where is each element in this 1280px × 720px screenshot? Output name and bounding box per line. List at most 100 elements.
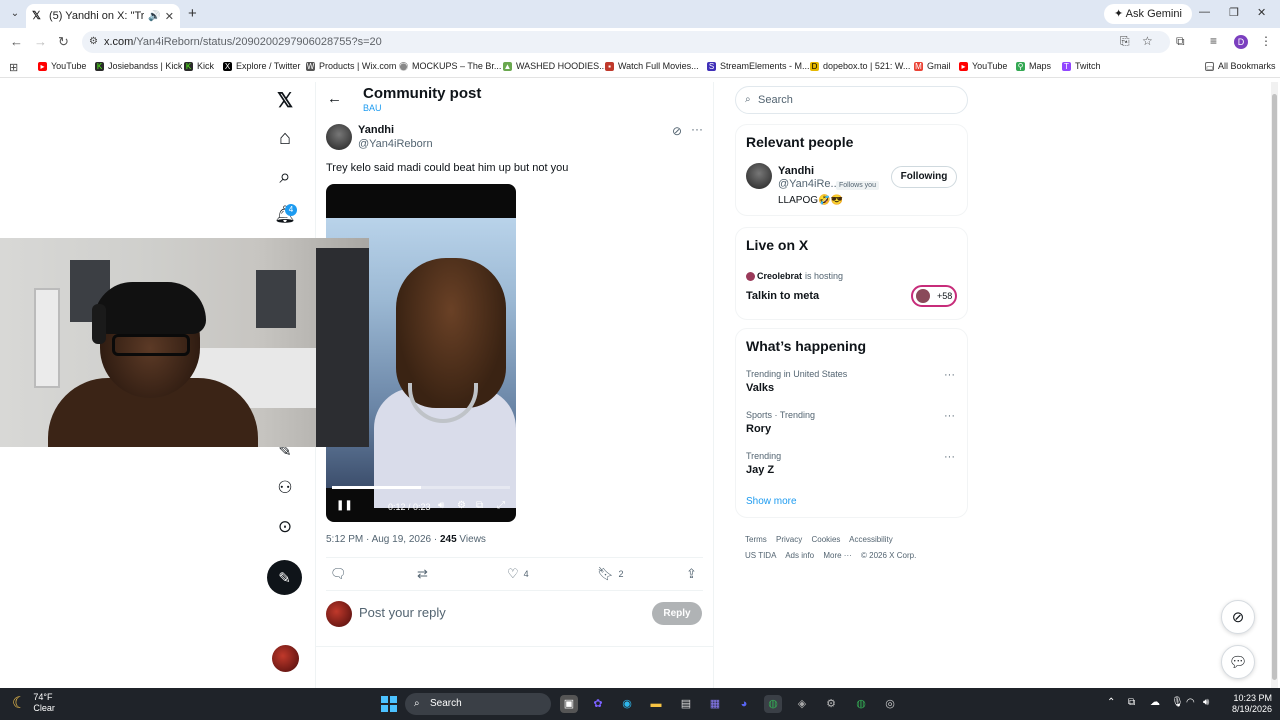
trend-more-icon[interactable]: ···	[944, 410, 955, 422]
microphone-icon[interactable]: 🎙︎	[1171, 697, 1184, 708]
live-space-title[interactable]: Talkin to meta	[746, 290, 819, 302]
author-name[interactable]: Yandhi	[358, 124, 394, 136]
bookmark-watch-movies[interactable]: ▪ Watch Full Movies...	[605, 61, 699, 71]
share-action[interactable]: ⇪	[686, 566, 697, 582]
task-view-icon[interactable]: ▣	[560, 695, 578, 713]
minimize-icon[interactable]: —	[1199, 6, 1210, 18]
pause-icon[interactable]: ❚❚	[336, 500, 353, 511]
notifications-bell-icon[interactable]: 🔔︎	[266, 200, 304, 230]
back-arrow-icon[interactable]: ←	[327, 90, 342, 107]
bookmark-mockups[interactable]: ◯ MOCKUPS – The Br...	[399, 61, 501, 71]
file-explorer-icon[interactable]: ▬	[647, 695, 665, 713]
chrome-icon-2[interactable]: ◍	[852, 695, 870, 713]
discord-icon[interactable]: ◕	[735, 695, 753, 713]
following-button[interactable]: Following	[891, 166, 957, 188]
bookmark-youtube-2[interactable]: ▸ YouTube	[959, 61, 1007, 71]
tray-app-icon[interactable]: ⧉	[1128, 697, 1135, 708]
bookmark-gmail[interactable]: M Gmail	[914, 61, 951, 71]
ask-gemini-button[interactable]: ✦ Ask Gemini	[1104, 4, 1192, 24]
home-icon[interactable]: ⌂	[266, 123, 304, 153]
media-control-icon[interactable]: ≡	[1210, 34, 1217, 48]
restore-icon[interactable]: ❐	[1229, 6, 1239, 19]
person-avatar[interactable]	[746, 163, 772, 189]
new-tab-icon[interactable]: +	[188, 5, 197, 22]
store-icon[interactable]: ▤	[677, 695, 695, 713]
trend-item[interactable]: Trending Jay Z	[746, 451, 781, 476]
weather-widget[interactable]: ☾ 74°F Clear	[12, 692, 55, 714]
footer-link[interactable]: US TIDA	[745, 551, 776, 560]
post-timestamp[interactable]: 5:12 PM · Aug 19, 2026 ·	[326, 534, 440, 545]
account-avatar[interactable]	[272, 645, 299, 672]
fullscreen-icon[interactable]: ⤢	[497, 500, 505, 511]
close-window-icon[interactable]: ✕	[1257, 6, 1266, 19]
site-info-icon[interactable]: ⚙	[89, 31, 98, 53]
profile-avatar[interactable]: D	[1234, 35, 1248, 49]
footer-link[interactable]: Ads info	[785, 551, 814, 560]
bookmark-streamelements[interactable]: S StreamElements - M...	[707, 61, 810, 71]
grok-floating-button[interactable]: ⊘	[1221, 600, 1255, 634]
chrome-icon[interactable]: ◍	[764, 695, 782, 713]
search-input[interactable]: ⌕ Search	[735, 86, 968, 114]
show-more-link[interactable]: Show more	[746, 496, 797, 507]
author-handle[interactable]: @Yan4iReborn	[358, 138, 433, 150]
browser-tab[interactable]: 𝕏 (5) Yandhi on X: "Trey kelo s 🔊 ✕	[26, 4, 180, 28]
trend-item[interactable]: Sports · Trending Rory	[746, 410, 815, 435]
tray-overflow-icon[interactable]: ⌃	[1107, 697, 1115, 708]
more-options-icon[interactable]: ⊙	[266, 512, 304, 542]
trend-item[interactable]: Trending in United States Valks	[746, 369, 847, 394]
settings-gear-icon[interactable]: ⚙	[457, 500, 466, 511]
live-listeners[interactable]: +58	[911, 285, 957, 307]
bookmark-josiebandss[interactable]: K Josiebandss | Kick	[95, 61, 182, 71]
bookmark-washed-hoodies[interactable]: ▲ WASHED HOODIES...	[503, 61, 607, 71]
trend-more-icon[interactable]: ···	[944, 451, 955, 463]
volume-tray-icon[interactable]: 🔊︎	[1203, 697, 1209, 708]
taskbar-search[interactable]: ⌕ Search	[405, 693, 551, 715]
footer-link[interactable]: Terms	[745, 535, 767, 544]
volume-icon[interactable]: 🔊︎	[438, 500, 444, 511]
trend-more-icon[interactable]: ···	[944, 369, 955, 381]
footer-link[interactable]: Privacy	[776, 535, 802, 544]
messages-floating-button[interactable]: 💬︎	[1221, 645, 1255, 679]
all-bookmarks-button[interactable]: ▭ All Bookmarks	[1205, 61, 1276, 72]
community-link[interactable]: BAU	[363, 103, 382, 113]
wifi-icon[interactable]: ◠	[1186, 697, 1195, 708]
profile-icon[interactable]: ⚇	[266, 473, 304, 503]
steam-icon[interactable]: ◈	[793, 695, 811, 713]
bookmark-kick[interactable]: K Kick	[184, 61, 214, 71]
copilot-icon[interactable]: ✿	[589, 695, 607, 713]
page-scrollbar[interactable]	[1271, 82, 1278, 688]
bookmark-maps[interactable]: ⚲ Maps	[1016, 61, 1051, 71]
back-arrow-icon[interactable]: ←	[10, 34, 23, 49]
post-more-icon[interactable]: ···	[691, 122, 703, 136]
address-bar[interactable]: ⚙ x.com/Yan4iReborn/status/2090200297906…	[82, 31, 1170, 53]
grok-icon[interactable]: ⊘	[672, 124, 682, 138]
scrollbar-thumb[interactable]	[1272, 94, 1277, 680]
forward-arrow-icon[interactable]: →	[34, 34, 47, 49]
live-host-line[interactable]: Creolebrat is hosting	[746, 271, 843, 281]
explore-search-icon[interactable]: ⌕	[266, 162, 304, 192]
footer-link[interactable]: Accessibility	[849, 535, 893, 544]
repost-action[interactable]: ⇄	[417, 566, 428, 582]
like-action[interactable]: ♡ 4	[507, 566, 529, 582]
video-progress-bar[interactable]	[332, 486, 510, 489]
reply-action[interactable]: 🗨︎	[330, 566, 347, 582]
close-tab-icon[interactable]: ✕	[165, 10, 174, 23]
apps-grid-icon[interactable]: ⊞	[9, 61, 18, 74]
footer-link[interactable]: Cookies	[811, 535, 840, 544]
settings-icon[interactable]: ⚙	[822, 695, 840, 713]
bookmark-action[interactable]: 🔖︎ 2	[597, 566, 624, 582]
audio-playing-icon[interactable]: 🔊	[148, 11, 160, 22]
extensions-icon[interactable]: ⧉	[1176, 34, 1185, 49]
author-avatar[interactable]	[326, 124, 352, 150]
compose-post-button[interactable]: ✎	[267, 560, 302, 595]
taskbar-clock[interactable]: 10:23 PM 8/19/2026	[1222, 693, 1272, 715]
edge-icon[interactable]: ◉	[618, 695, 636, 713]
onedrive-icon[interactable]: ☁	[1150, 697, 1160, 708]
bookmark-dopebox[interactable]: Ddopebox.to | 521: W...	[810, 61, 910, 71]
bookmark-twitch[interactable]: T Twitch	[1062, 61, 1101, 71]
person-name[interactable]: Yandhi	[778, 165, 814, 177]
windows-start-icon[interactable]	[381, 696, 397, 712]
bookmark-explore-twitter[interactable]: X Explore / Twitter	[223, 61, 300, 71]
install-app-icon[interactable]: ⎘	[1120, 34, 1130, 49]
browser-menu-icon[interactable]: ⋮	[1260, 34, 1272, 48]
